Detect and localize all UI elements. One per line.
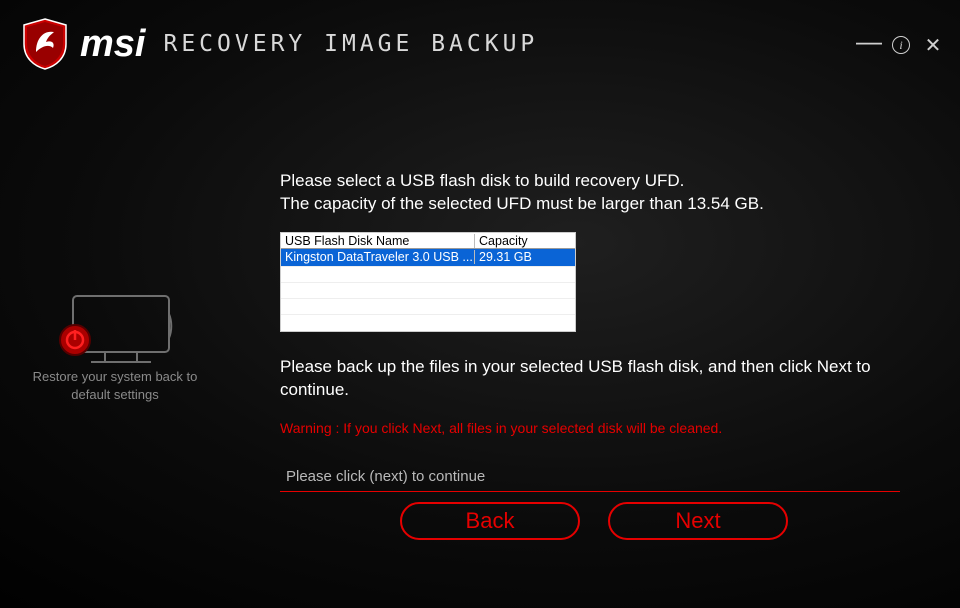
- col-header-name: USB Flash Disk Name: [281, 234, 475, 248]
- window-controls: — i ✕: [860, 36, 942, 54]
- step-hint-text: Please click (next) to continue: [280, 468, 900, 492]
- back-button[interactable]: Back: [400, 502, 580, 540]
- next-button[interactable]: Next: [608, 502, 788, 540]
- minimize-button[interactable]: —: [860, 32, 878, 50]
- instruction-line1: Please select a USB flash disk to build …: [280, 171, 684, 190]
- button-row: Back Next: [280, 502, 920, 540]
- restore-monitor-icon: [30, 290, 200, 360]
- cell-disk-name: Kingston DataTraveler 3.0 USB ...: [281, 250, 475, 264]
- app-title: RECOVERY IMAGE BACKUP: [163, 31, 538, 57]
- table-row[interactable]: Kingston DataTraveler 3.0 USB ... 29.31 …: [281, 249, 575, 265]
- main-panel: Please select a USB flash disk to build …: [280, 170, 920, 540]
- table-row[interactable]: [281, 282, 575, 298]
- cell-disk-capacity: 29.31 GB: [475, 250, 575, 264]
- warning-text: Warning : If you click Next, all files i…: [280, 420, 920, 436]
- table-header: USB Flash Disk Name Capacity: [281, 233, 575, 249]
- info-icon[interactable]: i: [892, 36, 910, 54]
- msi-shield-logo-icon: [22, 18, 68, 70]
- side-caption-panel: Restore your system back to default sett…: [30, 290, 200, 403]
- instruction-line2: The capacity of the selected UFD must be…: [280, 194, 764, 213]
- backup-instruction-text: Please back up the files in your selecte…: [280, 356, 920, 402]
- table-row[interactable]: [281, 298, 575, 314]
- brand-text: msi: [80, 23, 145, 66]
- instruction-text: Please select a USB flash disk to build …: [280, 170, 920, 216]
- title-bar: msi RECOVERY IMAGE BACKUP — i ✕: [0, 14, 960, 74]
- usb-disk-table[interactable]: USB Flash Disk Name Capacity Kingston Da…: [280, 232, 576, 332]
- col-header-capacity: Capacity: [475, 234, 575, 248]
- table-row[interactable]: [281, 266, 575, 282]
- table-row[interactable]: [281, 314, 575, 330]
- close-button[interactable]: ✕: [924, 36, 942, 54]
- side-caption-text: Restore your system back to default sett…: [30, 368, 200, 403]
